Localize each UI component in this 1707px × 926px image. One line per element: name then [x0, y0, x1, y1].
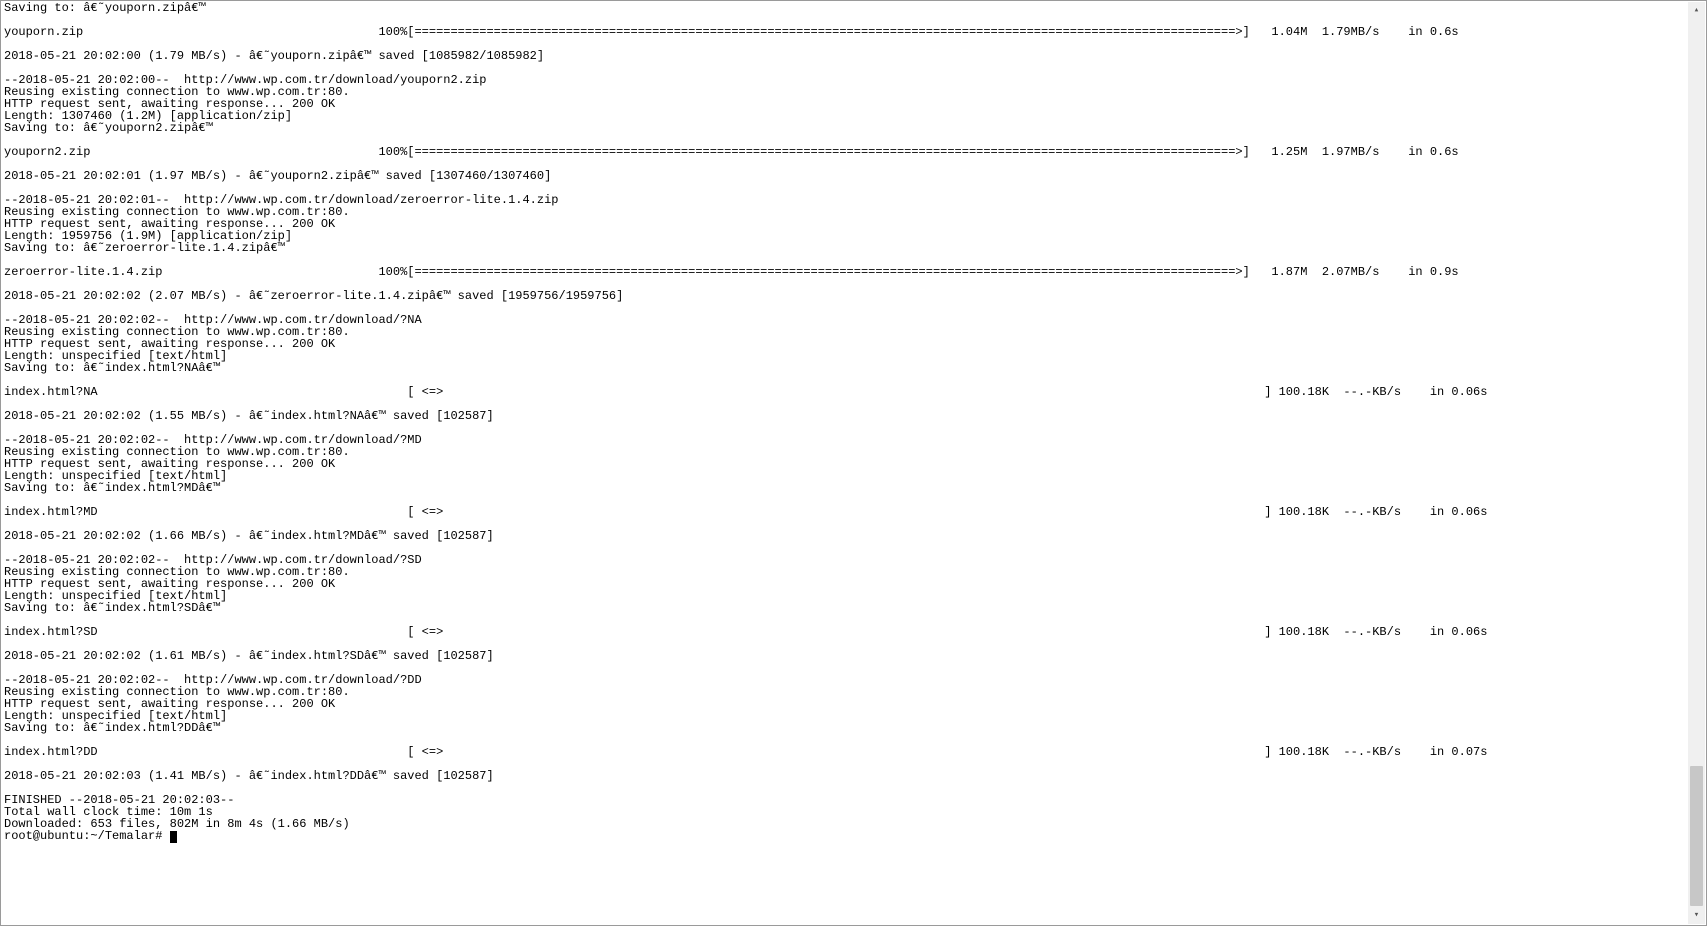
- terminal-output[interactable]: Saving to: â€˜youporn.zipâ€™ youporn.zip…: [4, 2, 1684, 924]
- terminal-line: Saving to: â€˜youporn.zipâ€™: [4, 2, 206, 15]
- terminal-line: 2018-05-21 20:02:02 (1.55 MB/s) - â€˜ind…: [4, 409, 494, 423]
- terminal-line: Saving to: â€˜index.html?DDâ€™: [4, 721, 220, 735]
- shell-prompt[interactable]: root@ubuntu:~/Temalar#: [4, 829, 170, 843]
- terminal-line: Saving to: â€˜youporn2.zipâ€™: [4, 121, 213, 135]
- scrollbar-down-button[interactable]: ▾: [1688, 907, 1705, 924]
- terminal-line: 2018-05-21 20:02:02 (1.66 MB/s) - â€˜ind…: [4, 529, 494, 543]
- terminal-line: youporn.zip 100%[=======================…: [4, 25, 1459, 39]
- terminal-line: youporn2.zip 100%[======================…: [4, 145, 1459, 159]
- chevron-down-icon: ▾: [1694, 911, 1699, 920]
- terminal-line: 2018-05-21 20:02:02 (1.61 MB/s) - â€˜ind…: [4, 649, 494, 663]
- terminal-line: index.html?DD [ <=> ] 100.18K --.-KB/s i…: [4, 745, 1487, 759]
- terminal-line: Saving to: â€˜index.html?MDâ€™: [4, 481, 220, 495]
- terminal-line: index.html?SD [ <=> ] 100.18K --.-KB/s i…: [4, 625, 1487, 639]
- terminal-line: 2018-05-21 20:02:03 (1.41 MB/s) - â€˜ind…: [4, 769, 494, 783]
- cursor: [170, 831, 177, 843]
- terminal-line: zeroerror-lite.1.4.zip 100%[============…: [4, 265, 1459, 279]
- terminal-line: 2018-05-21 20:02:01 (1.97 MB/s) - â€˜you…: [4, 169, 551, 183]
- terminal-line: index.html?NA [ <=> ] 100.18K --.-KB/s i…: [4, 385, 1487, 399]
- terminal-line: index.html?MD [ <=> ] 100.18K --.-KB/s i…: [4, 505, 1487, 519]
- terminal-line: Saving to: â€˜index.html?SDâ€™: [4, 601, 220, 615]
- scrollbar-thumb[interactable]: [1690, 766, 1703, 906]
- terminal-line: Saving to: â€˜zeroerror-lite.1.4.zipâ€™: [4, 241, 285, 255]
- scrollbar-up-button[interactable]: ▴: [1688, 2, 1705, 19]
- chevron-up-icon: ▴: [1694, 6, 1699, 15]
- terminal-line: Saving to: â€˜index.html?NAâ€™: [4, 361, 220, 375]
- terminal-line: 2018-05-21 20:02:00 (1.79 MB/s) - â€˜you…: [4, 49, 544, 63]
- terminal-line: 2018-05-21 20:02:02 (2.07 MB/s) - â€˜zer…: [4, 289, 623, 303]
- terminal-window: Saving to: â€˜youporn.zipâ€™ youporn.zip…: [0, 0, 1707, 926]
- scrollbar-track[interactable]: ▴ ▾: [1688, 2, 1705, 924]
